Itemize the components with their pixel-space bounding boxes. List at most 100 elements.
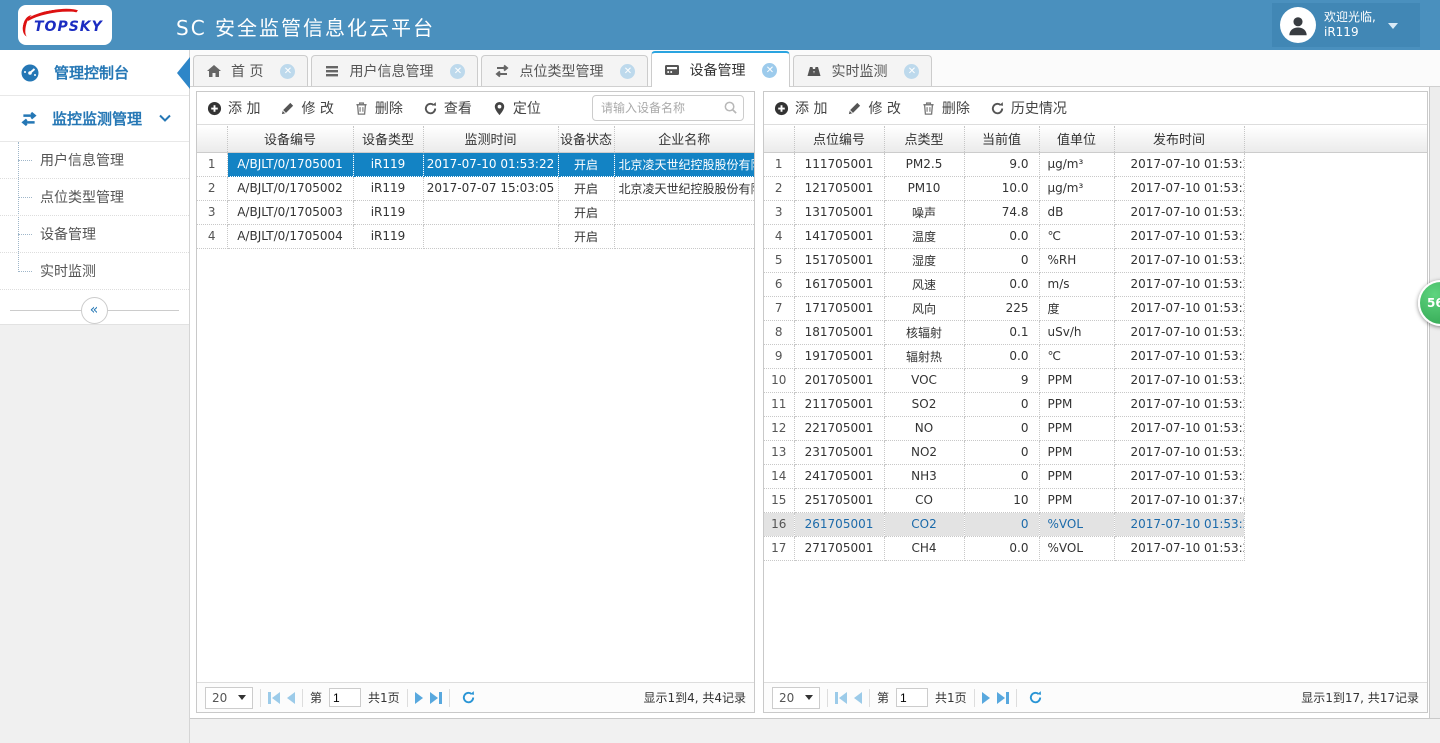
sidebar-item-monitoring[interactable]: 监控监测管理: [0, 96, 189, 142]
history-button[interactable]: 历史情况: [990, 98, 1067, 118]
sidebar: 管理控制台 监控监测管理 用户信息管理 点位类型管理 设备管理 实时监测 «: [0, 50, 190, 743]
table-row[interactable]: 1A/BJLT/0/1705001iR1192017-07-10 01:53:2…: [197, 152, 754, 176]
prev-page-button[interactable]: [287, 692, 295, 704]
column-header[interactable]: 设备编号: [227, 126, 353, 152]
next-page-button[interactable]: [415, 692, 423, 704]
table-row[interactable]: 7171705001风向225度2017-07-10 01:53:21: [764, 296, 1427, 320]
table-cell: 111705001: [794, 152, 884, 176]
page-prefix-label: 第: [877, 689, 889, 706]
row-number: 9: [764, 344, 794, 368]
sidebar-item-user-info[interactable]: 用户信息管理: [0, 142, 189, 179]
edit-button[interactable]: 修 改: [280, 98, 333, 118]
swap-icon: [20, 110, 38, 128]
table-row[interactable]: 3131705001噪声74.8dB2017-07-10 01:53:22: [764, 200, 1427, 224]
page-number-input[interactable]: [329, 688, 361, 707]
table-cell: iR119: [353, 152, 423, 176]
first-page-button[interactable]: [268, 692, 280, 704]
sidebar-item-dashboard[interactable]: 管理控制台: [0, 50, 189, 96]
table-row[interactable]: 2A/BJLT/0/1705002iR1192017-07-07 15:03:0…: [197, 176, 754, 200]
tab-home[interactable]: 首 页 ✕: [193, 55, 308, 86]
table-cell: 2017-07-10 01:53:21: [1114, 176, 1244, 200]
row-number: 16: [764, 512, 794, 536]
table-row[interactable]: 1111705001PM2.59.0μg/m³2017-07-10 01:53:…: [764, 152, 1427, 176]
column-header[interactable]: 点类型: [884, 126, 964, 152]
last-page-button[interactable]: [430, 692, 442, 704]
search-input[interactable]: [592, 95, 744, 121]
last-page-button[interactable]: [997, 692, 1009, 704]
table-row[interactable]: 14241705001NH30PPM2017-07-10 01:53:21: [764, 464, 1427, 488]
table-cell: iR119: [353, 224, 423, 248]
table-cell: 10: [964, 488, 1039, 512]
close-icon[interactable]: ✕: [280, 64, 295, 79]
tab-point-type[interactable]: 点位类型管理 ✕: [481, 55, 648, 86]
table-row[interactable]: 10201705001VOC9PPM2017-07-10 01:53:22: [764, 368, 1427, 392]
table-cell: 0: [964, 416, 1039, 440]
column-header[interactable]: 当前值: [964, 126, 1039, 152]
tab-user-info[interactable]: 用户信息管理 ✕: [311, 55, 478, 86]
table-cell: 211705001: [794, 392, 884, 416]
edit-button[interactable]: 修 改: [847, 98, 900, 118]
locate-button[interactable]: 定位: [492, 98, 541, 118]
row-number: 13: [764, 440, 794, 464]
add-button[interactable]: 添 加: [774, 98, 827, 118]
logo-text: TOPSKY: [34, 19, 103, 35]
column-header[interactable]: 设备状态: [558, 126, 614, 152]
user-menu[interactable]: 欢迎光临,iR119: [1272, 3, 1420, 47]
close-icon[interactable]: ✕: [620, 64, 635, 79]
first-page-button[interactable]: [835, 692, 847, 704]
view-button[interactable]: 查看: [423, 98, 472, 118]
row-number: 1: [764, 152, 794, 176]
page-size-select[interactable]: 20: [205, 687, 253, 709]
page-number-input[interactable]: [896, 688, 928, 707]
collapse-button[interactable]: «: [81, 297, 108, 324]
table-cell: 0.1: [964, 320, 1039, 344]
sidebar-item-device[interactable]: 设备管理: [0, 216, 189, 253]
table-row[interactable]: 12221705001NO0PPM2017-07-10 01:53:21: [764, 416, 1427, 440]
table-row[interactable]: 5151705001湿度0%RH2017-07-10 01:53:22: [764, 248, 1427, 272]
tab-realtime-monitor[interactable]: 实时监测 ✕: [793, 55, 932, 86]
sidebar-item-point-type[interactable]: 点位类型管理: [0, 179, 189, 216]
table-row[interactable]: 8181705001核辐射0.1uSv/h2017-07-10 01:53:21: [764, 320, 1427, 344]
table-row[interactable]: 15251705001CO10PPM2017-07-10 01:37:01: [764, 488, 1427, 512]
table-row[interactable]: 9191705001辐射热0.0℃2017-07-10 01:53:21: [764, 344, 1427, 368]
table-row[interactable]: 4141705001温度0.0℃2017-07-10 01:53:22: [764, 224, 1427, 248]
prev-page-button[interactable]: [854, 692, 862, 704]
column-header[interactable]: 点位编号: [794, 126, 884, 152]
column-header[interactable]: 值单位: [1039, 126, 1114, 152]
device-toolbar: 添 加 修 改 删除 查看 定位: [197, 92, 754, 125]
table-cell: 2017-07-10 01:53:22: [1114, 152, 1244, 176]
table-row[interactable]: 16261705001CO20%VOL2017-07-10 01:53:22: [764, 512, 1427, 536]
column-header[interactable]: 发布时间: [1114, 126, 1244, 152]
column-header[interactable]: 监测时间: [423, 126, 558, 152]
delete-button[interactable]: 删除: [921, 98, 970, 118]
table-row[interactable]: 2121705001PM1010.0μg/m³2017-07-10 01:53:…: [764, 176, 1427, 200]
table-row[interactable]: 13231705001NO20PPM2017-07-10 01:53:22: [764, 440, 1427, 464]
close-icon[interactable]: ✕: [762, 63, 777, 78]
table-cell: [614, 200, 754, 224]
search-icon[interactable]: [723, 100, 738, 115]
table-row[interactable]: 6161705001风速0.0m/s2017-07-10 01:53:21: [764, 272, 1427, 296]
table-cell: 9: [964, 368, 1039, 392]
tab-device-management[interactable]: 设备管理 ✕: [651, 51, 790, 87]
close-icon[interactable]: ✕: [904, 64, 919, 79]
page-size-select[interactable]: 20: [772, 687, 820, 709]
table-header-row: 点位编号点类型当前值值单位发布时间: [764, 126, 1427, 152]
next-page-button[interactable]: [982, 692, 990, 704]
close-icon[interactable]: ✕: [450, 64, 465, 79]
sidebar-item-realtime[interactable]: 实时监测: [0, 253, 189, 290]
row-number: 10: [764, 368, 794, 392]
pencil-icon: [280, 101, 295, 116]
table-row[interactable]: 11211705001SO20PPM2017-07-10 01:53:22: [764, 392, 1427, 416]
table-row[interactable]: 17271705001CH40.0%VOL2017-07-10 01:53:21: [764, 536, 1427, 560]
table-row[interactable]: 3A/BJLT/0/1705003iR119开启: [197, 200, 754, 224]
table-cell: SO2: [884, 392, 964, 416]
column-header[interactable]: 设备类型: [353, 126, 423, 152]
delete-button[interactable]: 删除: [354, 98, 403, 118]
refresh-button[interactable]: [461, 690, 476, 705]
column-header[interactable]: 企业名称: [614, 126, 754, 152]
row-number: 8: [764, 320, 794, 344]
add-button[interactable]: 添 加: [207, 98, 260, 118]
table-cell: 2017-07-10 01:53:22: [1114, 392, 1244, 416]
refresh-button[interactable]: [1028, 690, 1043, 705]
table-row[interactable]: 4A/BJLT/0/1705004iR119开启: [197, 224, 754, 248]
